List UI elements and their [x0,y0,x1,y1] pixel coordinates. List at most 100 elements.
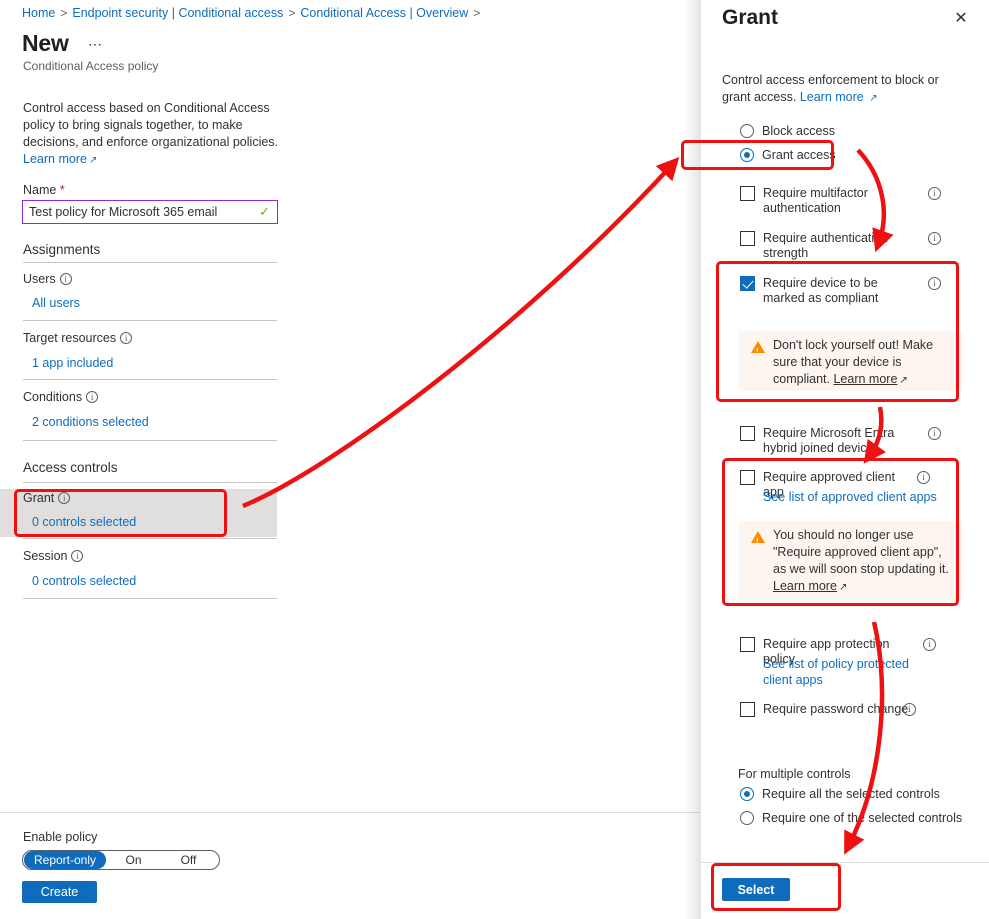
breadcrumb: Home > Endpoint security | Conditional acc… [22,6,485,20]
policy-name-input[interactable] [23,201,260,223]
info-icon[interactable]: i [928,232,941,245]
info-icon[interactable]: i [917,471,930,484]
radio-require-one-control-label[interactable]: Require one of the selected controls [762,811,962,825]
divider [23,379,277,380]
info-icon[interactable]: i [928,277,941,290]
info-icon[interactable]: i [120,332,133,344]
session-row-value[interactable]: 0 controls selected [32,574,136,588]
radio-require-all-controls-label[interactable]: Require all the selected controls [762,787,940,801]
divider [23,320,277,321]
enable-policy-label: Enable policy [23,830,98,844]
checkbox-require-hybrid-joined-label[interactable]: Require Microsoft Entra hybrid joined de… [763,426,918,456]
conditions-row-value[interactable]: 2 conditions selected [32,415,149,429]
toggle-option-on[interactable]: On [106,851,161,869]
warning-learn-more-link[interactable]: Learn more [773,579,837,593]
intro-learn-more-label: Learn more [23,152,87,166]
check-icon: ✓ [259,204,270,219]
divider [23,538,277,539]
users-row-value[interactable]: All users [32,296,80,310]
checkbox-require-approved-client-app[interactable] [740,470,755,485]
info-icon[interactable]: i [928,187,941,200]
info-icon[interactable]: i [71,550,84,562]
enable-policy-toggle[interactable]: Report-only On Off [22,850,220,870]
breadcrumb-separator: > [60,6,68,20]
breadcrumb-separator: > [473,6,481,20]
required-asterisk: * [59,183,65,197]
policy-left-panel: Home > Endpoint security | Conditional acc… [0,0,700,919]
radio-grant-access-label[interactable]: Grant access [762,148,836,162]
divider [23,262,277,263]
more-options-icon[interactable]: ⋯ [88,36,104,53]
blade-description: Control access enforcement to block or g… [722,72,954,107]
page-title: New [22,30,69,56]
radio-require-one-control[interactable] [740,811,754,825]
checkbox-require-auth-strength[interactable] [740,231,755,246]
breadcrumb-item-home[interactable]: Home [22,6,55,20]
warning-learn-more-label: Learn more [773,579,837,593]
approved-client-apps-link[interactable]: See list of approved client apps [763,489,943,505]
breadcrumb-separator: > [288,6,296,20]
intro-text: Control access based on Conditional Acce… [23,101,279,149]
checkbox-require-password-change-label[interactable]: Require password change [763,702,913,717]
grant-label-text: Grant [23,491,55,505]
users-label-text: Users [23,272,56,286]
warning-approved-client-app-text: You should no longer use "Require approv… [773,527,951,596]
name-label-text: Name [23,183,57,197]
screenshot-root: Home > Endpoint security | Conditional acc… [0,0,989,919]
info-icon[interactable]: i [923,638,936,651]
grant-row-value[interactable]: 0 controls selected [32,515,136,529]
divider [23,598,277,599]
target-resources-label-text: Target resources [23,331,117,345]
info-icon[interactable]: i [903,703,916,716]
intro-description: Control access based on Conditional Acce… [23,100,285,169]
select-button[interactable]: Select [722,878,790,901]
name-input-wrapper: ✓ [22,200,278,224]
divider [23,482,277,483]
conditions-label-text: Conditions [23,390,83,404]
radio-grant-access[interactable] [740,148,754,162]
blade-title: Grant [722,6,779,29]
intro-learn-more-link[interactable]: Learn more ↗ [23,152,97,166]
radio-require-all-controls[interactable] [740,787,754,801]
conditions-row-label: Conditions i [23,390,99,404]
breadcrumb-item-endpoint-security[interactable]: Endpoint security | Conditional access [72,6,283,20]
checkbox-require-hybrid-joined[interactable] [740,426,755,441]
breadcrumb-item-conditional-access-overview[interactable]: Conditional Access | Overview [300,6,468,20]
checkbox-require-mfa[interactable] [740,186,755,201]
checkbox-require-compliant-device[interactable] [740,276,755,291]
name-field-label: Name * [23,183,65,197]
info-icon[interactable]: i [928,427,941,440]
checkbox-require-app-protection-policy[interactable] [740,637,755,652]
info-icon[interactable]: i [58,492,71,504]
target-resources-row-value[interactable]: 1 app included [32,356,113,370]
session-row-label: Session i [23,549,84,563]
blade-learn-more-label: Learn more [799,90,864,104]
checkbox-require-password-change[interactable] [740,702,755,717]
divider [23,440,277,441]
footer-divider [0,812,700,813]
blade-footer-divider [700,862,989,863]
checkbox-require-auth-strength-label[interactable]: Require authentication strength [763,231,913,261]
multiple-controls-heading: For multiple controls [738,767,851,781]
radio-block-access[interactable] [740,124,754,138]
assignments-heading: Assignments [23,242,101,257]
blade-learn-more-link[interactable]: Learn more ↗ [800,90,878,104]
checkbox-require-mfa-label[interactable]: Require multifactor authentication [763,186,913,216]
warning-triangle-icon [751,531,765,550]
target-resources-row-label: Target resources i [23,331,133,345]
blade-shadow [684,0,700,919]
policy-protected-client-apps-link[interactable]: See list of policy protected client apps [763,656,938,688]
warning-text: You should no longer use "Require approv… [773,528,949,576]
info-icon[interactable]: i [59,273,72,285]
toggle-option-off[interactable]: Off [161,851,216,869]
close-icon[interactable]: ✕ [952,11,970,27]
radio-block-access-label[interactable]: Block access [762,124,835,138]
access-controls-heading: Access controls [23,460,118,475]
checkbox-require-compliant-device-label[interactable]: Require device to be marked as compliant [763,276,915,306]
toggle-option-report-only[interactable]: Report-only [24,851,106,869]
grant-blade: Grant ✕ Control access enforcement to bl… [700,0,989,919]
info-icon[interactable]: i [86,391,99,403]
warning-learn-more-link[interactable]: Learn more [833,372,897,386]
create-button[interactable]: Create [22,881,97,903]
external-link-icon: ↗ [838,582,848,593]
